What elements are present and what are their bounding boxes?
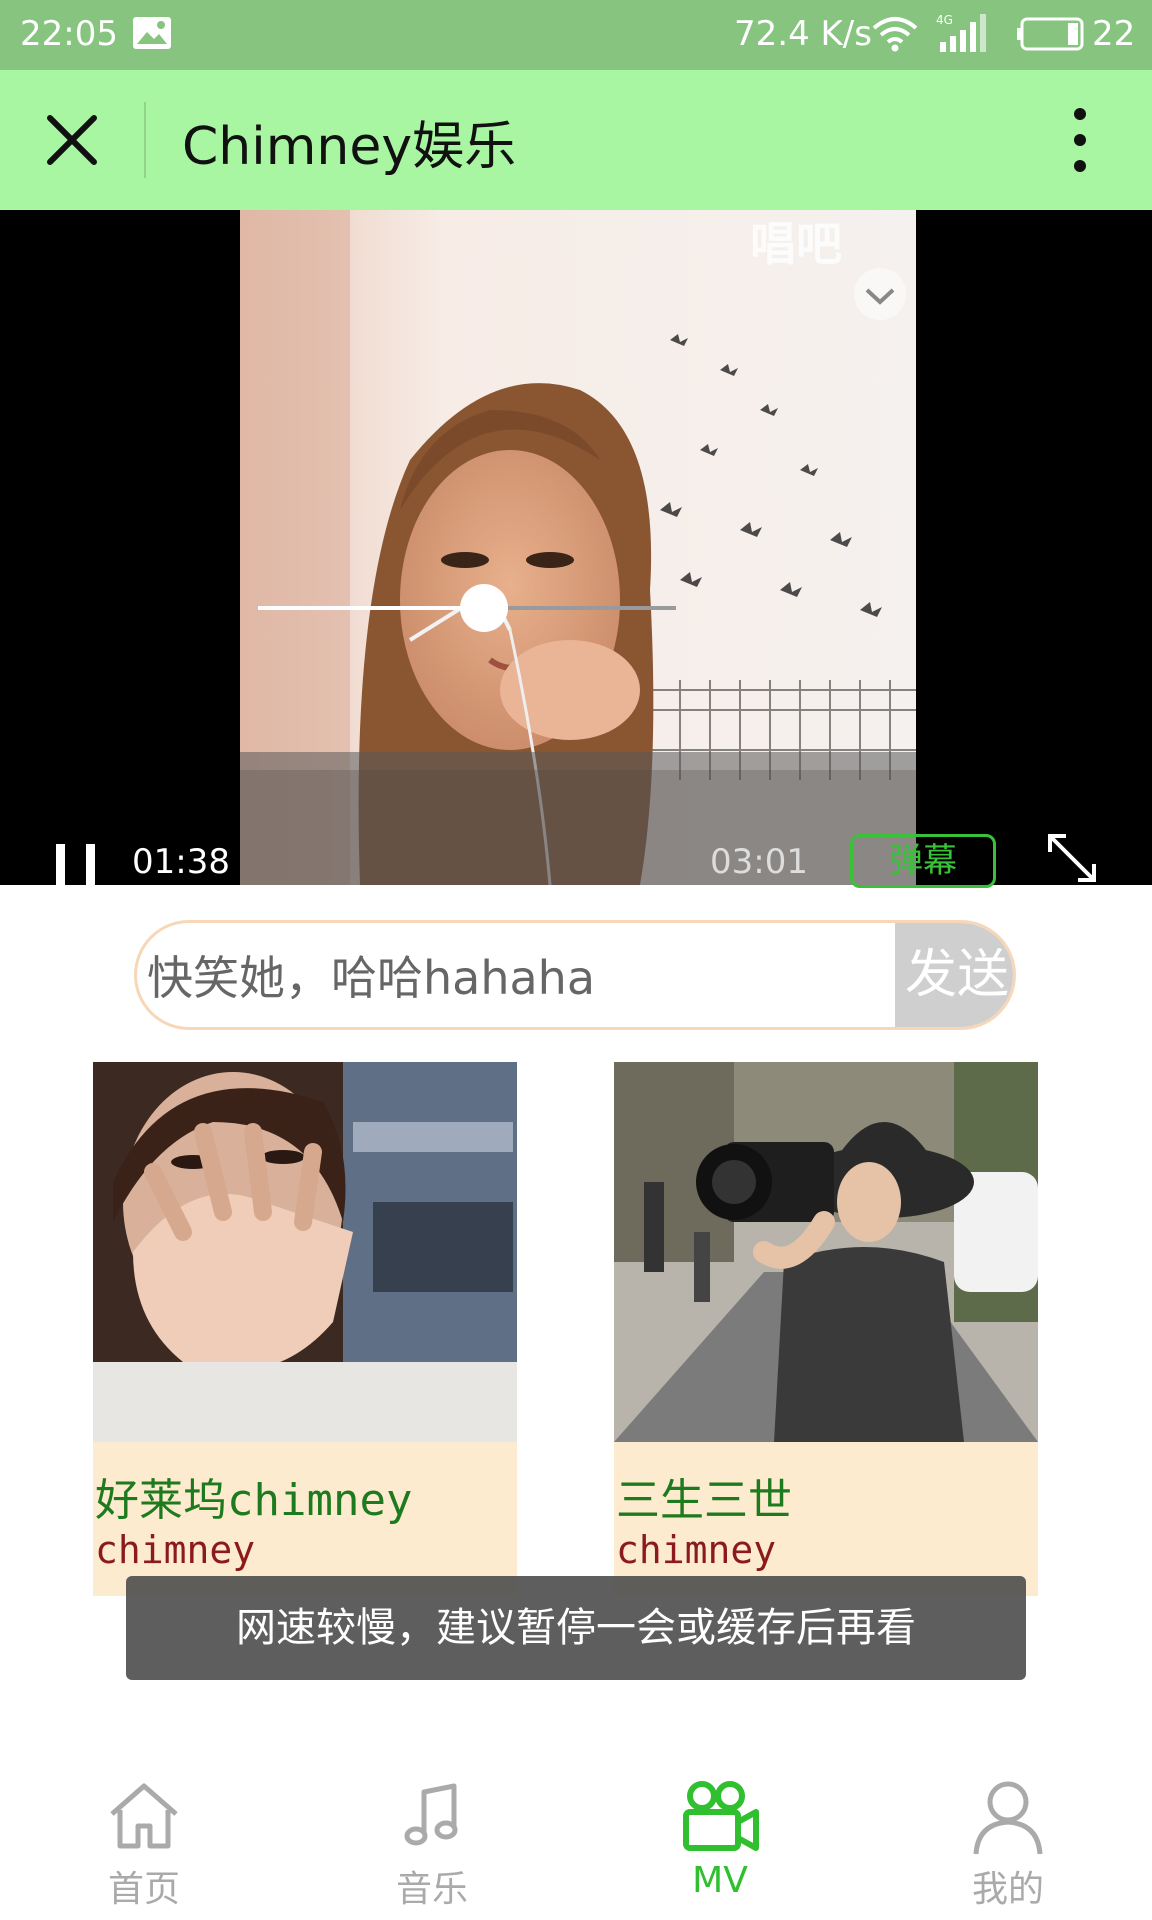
send-button[interactable]: 发送 [895, 923, 1013, 1027]
seek-thumb[interactable] [459, 584, 508, 632]
comment-bar: 发送 [134, 920, 1016, 1030]
home-icon [110, 1783, 178, 1849]
nav-label: 音乐 [395, 1869, 468, 1910]
bottom-nav: 首页 音乐 MV 我的 [0, 1760, 1152, 1920]
fullscreen-icon[interactable] [1044, 830, 1100, 886]
more-vertical-icon[interactable] [1060, 102, 1100, 178]
nav-item-home[interactable]: 首页 [0, 1760, 288, 1920]
controls-scrim [240, 752, 916, 885]
nav-label: 首页 [107, 1869, 180, 1910]
danmu-toggle-button[interactable]: 弹幕 [850, 834, 996, 888]
status-time: 22:05 [20, 14, 118, 54]
network-speed: 72.4 K/s [734, 14, 872, 54]
toast-message: 网速较慢，建议暂停一会或缓存后再看 [126, 1576, 1026, 1680]
music-note-icon [404, 1783, 458, 1846]
mv-thumbnail[interactable] [93, 1062, 517, 1442]
mv-card[interactable]: 好莱坞chimney chimney [93, 1062, 517, 1596]
network-type: 4G [936, 13, 953, 27]
mv-card-title: 三生三世 [616, 1475, 792, 1526]
current-time: 01:38 [132, 842, 230, 882]
video-camera-icon [683, 1781, 759, 1851]
nav-item-mv[interactable]: MV [576, 1760, 864, 1920]
mv-thumbnail[interactable] [614, 1062, 1038, 1442]
nav-label: 我的 [971, 1869, 1044, 1910]
close-icon[interactable] [40, 108, 104, 172]
nav-item-profile[interactable]: 我的 [864, 1760, 1152, 1920]
signal-icon: 4G [936, 13, 986, 52]
total-time: 03:01 [710, 842, 808, 882]
pause-icon[interactable] [54, 842, 98, 888]
page-title: Chimney娱乐 [182, 117, 517, 177]
battery-level: 22 [1092, 14, 1136, 54]
seek-progress [258, 606, 484, 610]
status-bar: 22:05 72.4 K/s 4G 22 [0, 0, 1152, 70]
player-controls: 01:38 03:01 弹幕 [0, 752, 1152, 888]
comment-input[interactable] [147, 923, 827, 1027]
app-bar: Chimney娱乐 [0, 70, 1152, 210]
seek-bar[interactable] [258, 584, 676, 632]
mv-card-title: 好莱坞chimney [95, 1475, 413, 1526]
video-watermark: 唱吧 [750, 217, 842, 271]
nav-label: MV [692, 1860, 748, 1901]
mv-card-artist: chimney [95, 1528, 256, 1572]
battery-icon [1017, 17, 1084, 51]
mv-card[interactable]: 三生三世 chimney [614, 1062, 1038, 1596]
user-icon [973, 1781, 1043, 1855]
nav-item-music[interactable]: 音乐 [288, 1760, 576, 1920]
wifi-icon [872, 17, 918, 52]
video-player[interactable]: 唱吧 01:38 03:01 弹幕 [0, 210, 1152, 888]
image-icon [133, 17, 171, 49]
app-screen: 22:05 72.4 K/s 4G 22 Chimney娱乐 唱吧 01:38 … [0, 0, 1152, 1920]
app-bar-divider [144, 102, 146, 178]
mv-card-artist: chimney [616, 1528, 777, 1572]
svg-text:唱吧: 唱吧 [750, 217, 842, 271]
